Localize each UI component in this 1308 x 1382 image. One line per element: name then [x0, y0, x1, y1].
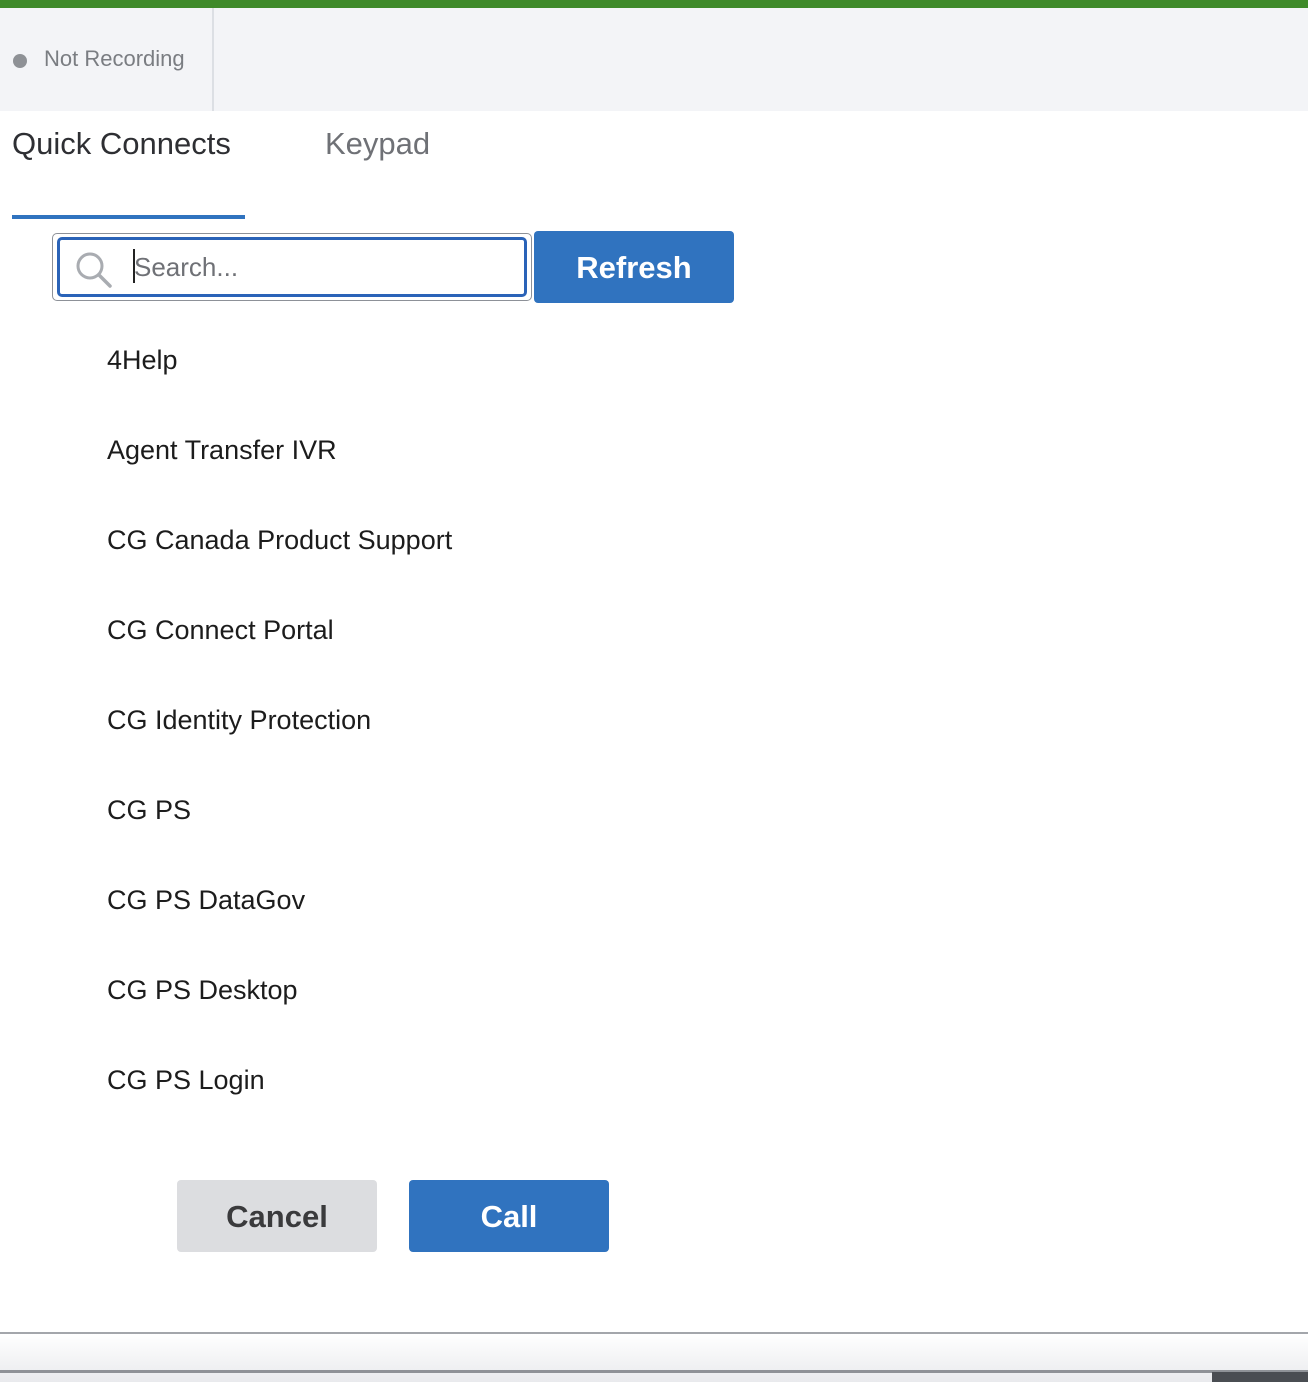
list-item[interactable]: 4Help [0, 317, 1308, 407]
list-item-label: Agent Transfer IVR [107, 435, 337, 465]
list-item-label: CG Connect Portal [107, 615, 334, 645]
search-box [52, 233, 532, 301]
list-item-label: CG Identity Protection [107, 705, 372, 735]
list-item-label: CG PS Desktop [107, 975, 298, 1005]
active-tab-indicator [12, 215, 245, 219]
bottom-toolbar-strip [0, 1334, 1308, 1382]
search-input[interactable] [134, 246, 514, 288]
status-bar: Not Recording [0, 8, 1308, 111]
list-item-label: CG PS DataGov [107, 885, 306, 915]
recording-status: Not Recording [0, 8, 214, 111]
recording-dot-icon [13, 54, 27, 68]
list-item[interactable]: CG PS DataGov [0, 857, 1308, 947]
list-item[interactable]: CG Identity Protection [0, 677, 1308, 767]
list-item[interactable]: CG PS [0, 767, 1308, 857]
tab-keypad[interactable]: Keypad [325, 126, 430, 162]
list-item-label: CG PS [107, 795, 192, 825]
list-item[interactable]: CG Connect Portal [0, 587, 1308, 677]
refresh-button[interactable]: Refresh [534, 231, 734, 303]
list-item[interactable]: CG PS Desktop [0, 947, 1308, 1037]
bottom-strip-edge [1212, 1372, 1308, 1382]
list-item[interactable]: Agent Transfer IVR [0, 407, 1308, 497]
search-icon [76, 252, 112, 288]
cancel-button[interactable]: Cancel [177, 1180, 377, 1252]
search-field[interactable] [57, 237, 527, 297]
list-item[interactable]: CG Canada Product Support [0, 497, 1308, 587]
list-item-label: CG Canada Product Support [107, 525, 453, 555]
call-button[interactable]: Call [409, 1180, 609, 1252]
list-item[interactable]: CG PS Login [0, 1037, 1308, 1127]
text-caret [133, 249, 135, 283]
bottom-strip-border [0, 1370, 1308, 1373]
tab-quick-connects[interactable]: Quick Connects [12, 126, 231, 162]
quick-connects-list: 4Help Agent Transfer IVR CG Canada Produ… [0, 317, 1308, 1127]
top-accent-bar [0, 0, 1308, 8]
recording-status-label: Not Recording [44, 46, 185, 71]
list-item-label: 4Help [107, 345, 178, 375]
list-item-label: CG PS Login [107, 1065, 265, 1095]
